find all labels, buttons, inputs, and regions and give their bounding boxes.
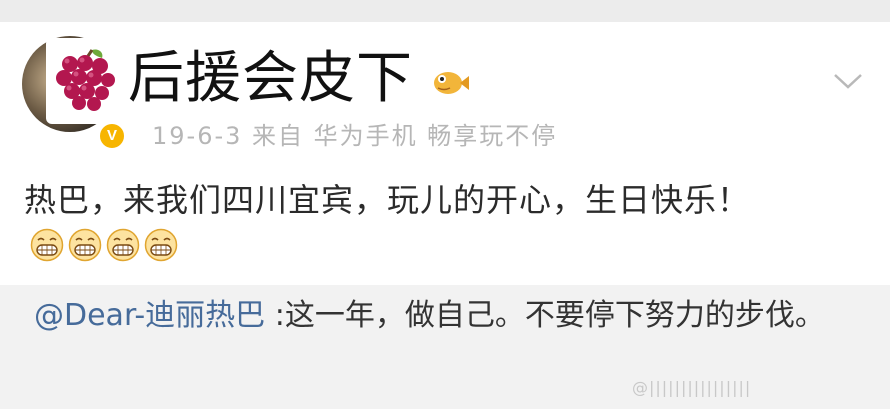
post-text: 热巴，来我们四川宜宾，玩儿的开心，生日快乐！: [24, 181, 751, 219]
grin-icon: [106, 228, 140, 262]
mention-link[interactable]: @Dear-迪丽热巴: [34, 298, 265, 333]
grin-icon: [144, 228, 178, 262]
top-strip: [0, 0, 890, 22]
verified-badge: V: [98, 122, 126, 150]
pufferfish-icon: [434, 72, 469, 94]
grin-icon: [30, 228, 64, 262]
retweet-body: :这一年，做自己。不要停下努力的步伐。: [265, 298, 825, 333]
chevron-down-icon[interactable]: [832, 70, 864, 92]
emoji-row: [30, 228, 178, 264]
retweet-quote[interactable]: @Dear-迪丽热巴 :这一年，做自己。不要停下努力的步伐。: [0, 285, 890, 409]
retweet-text: @Dear-迪丽热巴 :这一年，做自己。不要停下努力的步伐。: [34, 293, 864, 339]
grin-icon: [68, 228, 102, 262]
post-meta: 19-6-3 来自 华为手机 畅享玩不停: [152, 122, 558, 150]
grape-icon: [56, 49, 115, 111]
watermark: @||||||||||||||||: [632, 378, 752, 397]
username[interactable]: 后援会皮下: [128, 44, 413, 114]
